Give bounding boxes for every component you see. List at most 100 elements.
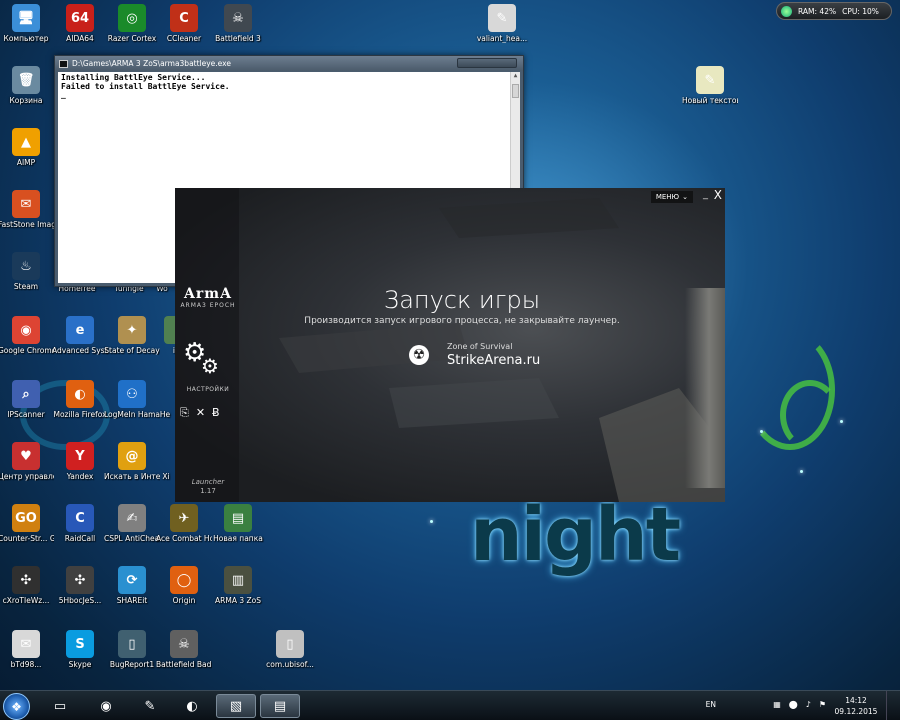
desktop-icon[interactable]: Y Yandex (52, 442, 108, 481)
desktop-icon-label: RaidCall (64, 534, 96, 543)
desktop-icon-label: IPScanner (7, 410, 45, 419)
desktop-icon[interactable]: @ Искать в Интернете (104, 442, 160, 481)
desktop-icon[interactable]: 64 AIDA64 (52, 4, 108, 43)
desktop-icon[interactable]: ✍ CSPL AntiCheat (104, 504, 160, 543)
wallpaper-green-swirl-2 (780, 380, 840, 450)
desktop-icon-label: cXroTIeWz... (2, 596, 50, 605)
desktop-icon-label: Новая папка (213, 534, 263, 543)
desktop-icon[interactable]: ◯ Origin (156, 566, 212, 605)
desktop-icon-label: BugReport1 (109, 660, 155, 669)
start-button[interactable]: ❖ (3, 693, 30, 720)
desktop-icon[interactable]: ✎ valiant_hea... (474, 4, 530, 43)
desktop-icon[interactable]: ☠ Battlefield Bad Com... (156, 630, 212, 669)
desktop-icon-label: Skype (68, 660, 92, 669)
desktop-icon[interactable]: ⚇ LogMeIn Hamachi (104, 380, 160, 419)
launcher-tools: ⎘ ✕ Ƀ (180, 406, 220, 420)
launcher-brand[interactable]: ArmA ARMA3 EPOCH (179, 286, 237, 309)
desktop-icon[interactable]: C RaidCall (52, 504, 108, 543)
desktop-icon[interactable]: ▯ com.ubisof... (262, 630, 318, 669)
tray-icons: ▦ ⬤ ♪ ⚑ (773, 700, 826, 709)
console-line: Failed to install BattlEye Service. (61, 81, 230, 91)
desktop-icon[interactable]: ✣ 5HbocJeS... (52, 566, 108, 605)
taskbar-app-button[interactable]: ▧ (216, 694, 256, 718)
network-icon[interactable]: ▦ (773, 700, 781, 709)
launcher-close-icon[interactable]: X (714, 188, 722, 202)
desktop-icon[interactable]: ☠ Battlefield 3 (210, 4, 266, 43)
system-monitor-gadget[interactable]: RAM: 42% CPU: 10% (776, 2, 892, 20)
desktop-icon[interactable]: ♥ Центр управлен... (0, 442, 54, 481)
desktop-icon[interactable]: 🗑 Корзина (0, 66, 54, 105)
menu-label: МЕНЮ (655, 193, 680, 201)
desktop-icon[interactable]: ⟳ SHAREit (104, 566, 160, 605)
desktop-icon-label: Искать в Интернете (104, 472, 160, 481)
desktop-icon[interactable]: S Skype (52, 630, 108, 669)
window-controls[interactable] (457, 58, 517, 68)
desktop-icon-xi[interactable]: Xi (158, 472, 174, 481)
chrome-icon[interactable]: ◉ (86, 694, 126, 718)
speaker-icon[interactable]: ♪ (806, 700, 811, 709)
desktop-icon[interactable]: ▥ ARMA 3 ZoS (210, 566, 266, 605)
desktop-icon-he[interactable]: He (156, 410, 174, 419)
show-desktop-button[interactable] (886, 691, 896, 720)
desktop-icon[interactable]: 🖥 Компьютер (0, 4, 54, 43)
desktop-icon[interactable]: ⌕ IPScanner (0, 380, 54, 419)
desktop-icon[interactable]: GO Counter-Str... Global Offe... (0, 504, 54, 543)
firefox-icon[interactable]: ◐ (172, 694, 212, 718)
language-indicator[interactable]: EN (706, 700, 716, 709)
gear-small-icon[interactable]: ⚙ (201, 356, 219, 376)
b-icon[interactable]: Ƀ (212, 406, 220, 420)
launcher-window[interactable]: МЕНЮ ⌄ _ X ArmA ARMA3 EPOCH ⚙ ⚙ НАСТРОЙК… (175, 188, 725, 502)
desktop-icon[interactable]: ✎ Новый текстов... (682, 66, 738, 105)
desktop-icon[interactable]: ✉ bTd98... (0, 630, 54, 669)
desktop-icon-label: Yandex (66, 472, 94, 481)
notepad-icon[interactable]: ✎ (130, 694, 170, 718)
desktop-icon[interactable]: ▤ Новая папка (210, 504, 266, 543)
app-icon: e (66, 316, 94, 344)
app-icon: ◯ (170, 566, 198, 594)
taskbar: ❖ ▭ ◉ ✎ ◐ ▧ ▤ EN ▦ ⬤ ♪ ⚑ 14:12 09.12.201… (0, 690, 900, 720)
flag-icon[interactable]: ⚑ (819, 700, 826, 709)
desktop-icon-label: FastStone Image Viewer (0, 220, 54, 229)
monitor-icon (781, 5, 792, 17)
settings-label[interactable]: НАСТРОЙКИ (179, 386, 237, 393)
desktop-icon[interactable]: ▯ BugReport1 (104, 630, 160, 669)
server-site[interactable]: StrikeArena.ru (447, 353, 540, 368)
launcher-version: Launcher 1.17 (179, 478, 237, 496)
app-icon: @ (118, 442, 146, 470)
launcher-menu-button[interactable]: МЕНЮ ⌄ (650, 191, 693, 203)
app-icon: ✉ (12, 630, 40, 658)
taskbar-console-button[interactable]: ▭ (40, 694, 80, 718)
desktop-icon[interactable]: ◎ Razer Cortex (104, 4, 160, 43)
file-import-icon[interactable]: ⎘ (180, 406, 189, 420)
desktop-icon[interactable]: ▲ AIMP (0, 128, 54, 167)
desktop-icon[interactable]: ✈ Ace Combat Horizon (156, 504, 212, 543)
app-icon: ▤ (224, 504, 252, 532)
desktop-icon[interactable]: ✉ FastStone Image Viewer (0, 190, 54, 229)
app-icon: ⚇ (118, 380, 146, 408)
scroll-up-icon[interactable]: ▲ (511, 72, 520, 82)
desktop-icon[interactable]: ◐ Mozilla Firefox (52, 380, 108, 419)
shield-icon[interactable]: ⬤ (789, 700, 798, 709)
desktop-icon[interactable]: C CCleaner (156, 4, 212, 43)
wallpaper-sparkle (430, 520, 433, 523)
app-icon: GO (12, 504, 40, 532)
tools-icon[interactable]: ✕ (196, 406, 205, 420)
clock[interactable]: 14:12 09.12.2015 (834, 695, 878, 717)
desktop-icon-label: Advanced SystemCare 9 (52, 346, 108, 355)
taskbar-launcher-button[interactable]: ▤ (260, 694, 300, 718)
wallpaper-night-text: night (470, 492, 681, 578)
app-icon: ☠ (224, 4, 252, 32)
scroll-thumb[interactable] (512, 84, 519, 98)
app-icon: 🗑 (12, 66, 40, 94)
desktop-icon[interactable]: ♨ Steam (0, 252, 54, 291)
desktop-icon[interactable]: ◉ Google Chrome (0, 316, 54, 355)
app-icon: ◎ (118, 4, 146, 32)
server-name: Zone of Survival (447, 342, 513, 351)
desktop-icon[interactable]: e Advanced SystemCare 9 (52, 316, 108, 355)
console-titlebar[interactable]: D:\Games\ARMA 3 ZoS\arma3battleye.exe (55, 56, 523, 71)
launcher-minimize-icon[interactable]: _ (703, 189, 708, 200)
desktop-icon[interactable]: ✣ cXroTIeWz... (0, 566, 54, 605)
radiation-icon: ☢ (409, 345, 429, 365)
desktop-icon-label: Mozilla Firefox (53, 410, 107, 419)
app-icon: C (66, 504, 94, 532)
